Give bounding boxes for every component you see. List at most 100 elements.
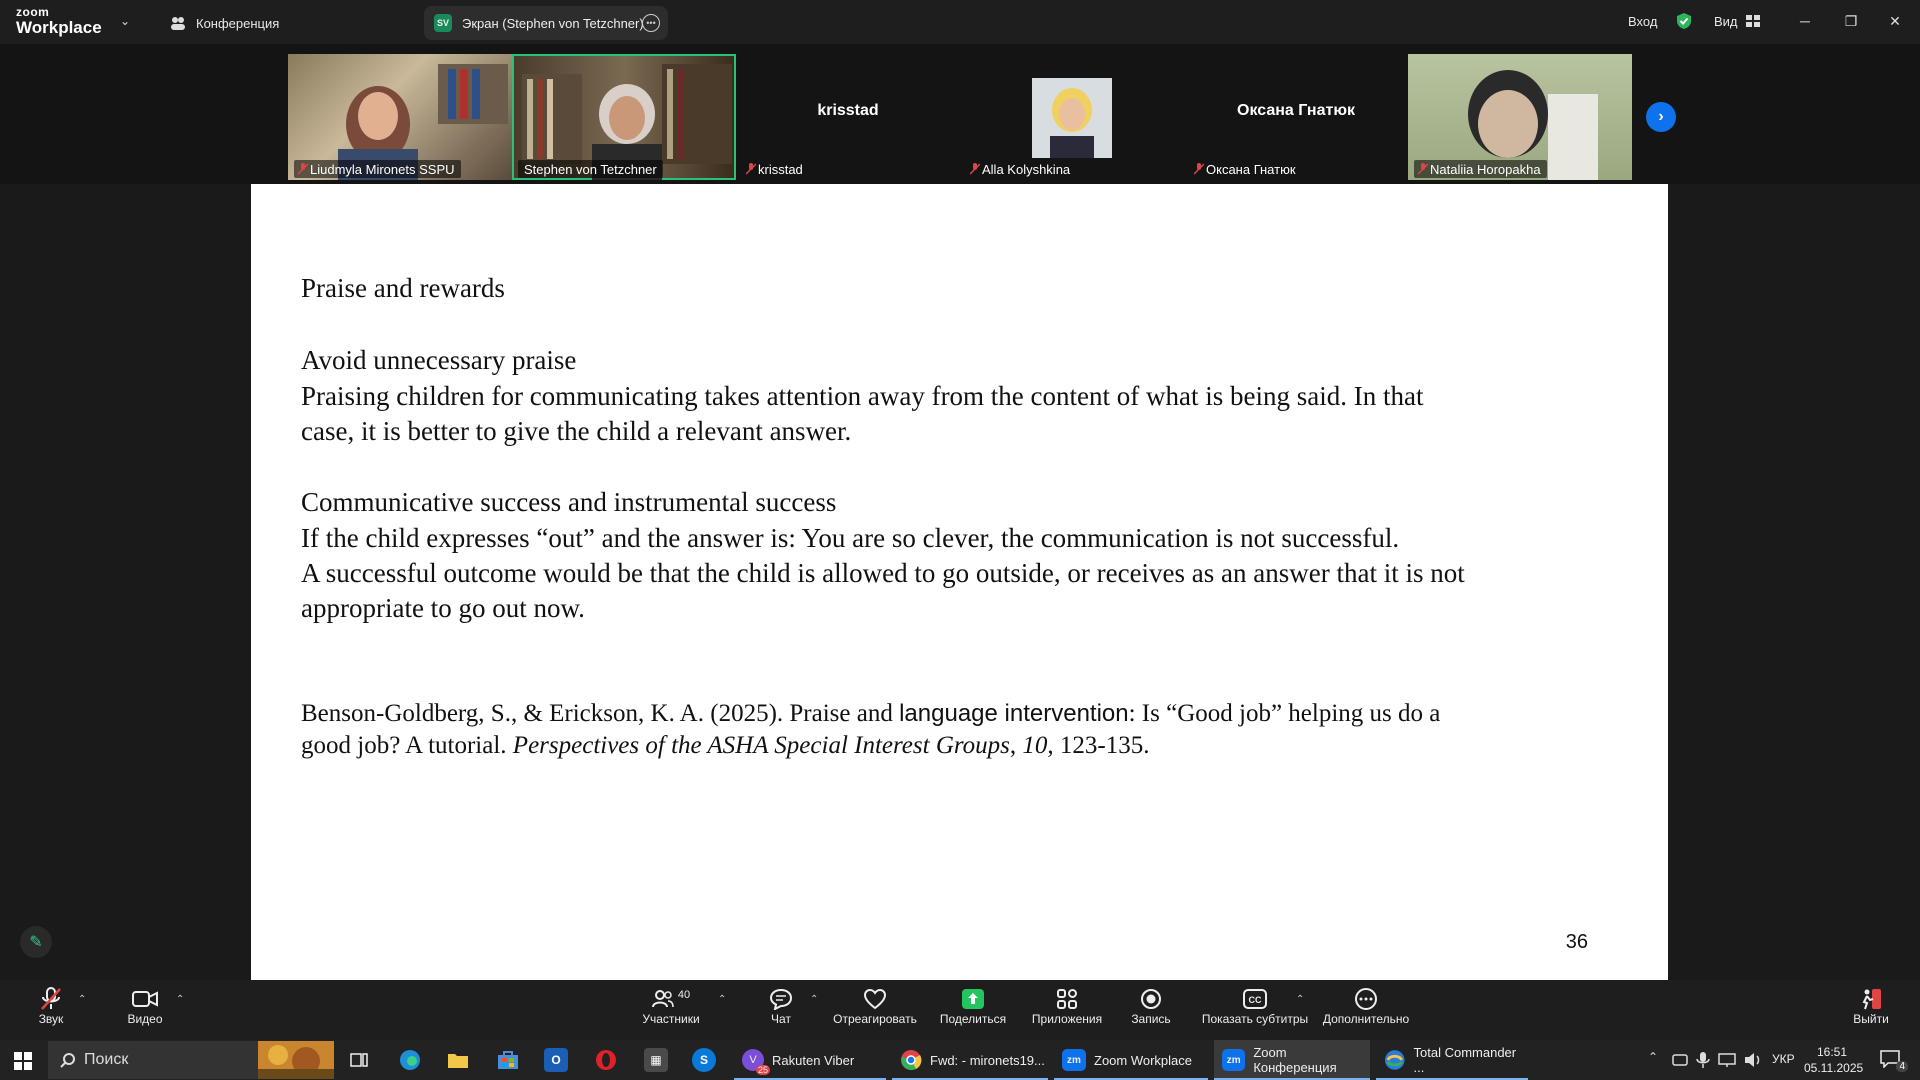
record-button[interactable]: Запись xyxy=(1106,986,1196,1036)
share-screen-button[interactable]: Поделиться xyxy=(928,986,1018,1036)
store-icon[interactable] xyxy=(496,1048,520,1072)
leave-label: Выйти xyxy=(1853,1012,1889,1026)
windows-taskbar: Поиск O ▦ S V 25 Rakuten Viber Fwd: - mir… xyxy=(0,1040,1920,1080)
more-options-icon[interactable]: ••• xyxy=(642,14,660,32)
signin-button[interactable]: Вход xyxy=(1628,10,1657,32)
video-label: Видео xyxy=(127,1012,163,1026)
apps-button[interactable]: Приложения xyxy=(1022,986,1112,1036)
clock[interactable]: 16:51 05.11.2025 xyxy=(1804,1044,1863,1076)
microphone-tray-icon[interactable] xyxy=(1696,1051,1710,1069)
reference-text: , 123-135. xyxy=(1047,732,1150,759)
chevron-up-icon[interactable]: ⌃ xyxy=(810,994,818,1005)
logo-small-text: zoom xyxy=(16,5,50,19)
participant-name: Nataliia Horopakha xyxy=(1414,160,1547,178)
calculator-icon[interactable]: ▦ xyxy=(644,1048,668,1072)
leave-icon xyxy=(1862,989,1881,1010)
reference-text: Benson-Goldberg, S., & Erickson, K. A. (… xyxy=(301,700,900,727)
outlook-icon[interactable]: O xyxy=(544,1048,568,1072)
chevron-right-icon[interactable]: › xyxy=(1646,102,1676,132)
video-tile[interactable]: krisstad krisstad xyxy=(736,54,960,180)
video-tile[interactable]: Оксана Гнатюк Оксана Гнатюк xyxy=(1184,54,1408,180)
windows-start-icon[interactable] xyxy=(14,1052,32,1070)
participant-name: Alla Kolyshkina xyxy=(966,160,1076,178)
grid-icon xyxy=(1745,15,1760,27)
meeting-tray-icon[interactable] xyxy=(1672,1052,1688,1068)
more-button[interactable]: Дополнительно xyxy=(1318,986,1414,1036)
participant-center-name: Оксана Гнатюк xyxy=(1237,102,1355,119)
slide-reference: good job? A tutorial. Perspectives of th… xyxy=(301,730,1150,762)
chevron-down-icon[interactable]: ⌄ xyxy=(120,14,130,28)
skype-icon[interactable]: S xyxy=(692,1048,716,1072)
taskbar-chrome[interactable]: Fwd: - mironets19... xyxy=(892,1040,1048,1080)
meeting-tab-label: Конференция xyxy=(196,15,280,31)
leave-button[interactable]: Выйти xyxy=(1826,986,1916,1036)
react-button[interactable]: Отреагировать xyxy=(830,986,920,1036)
taskbar-item-label: Zoom Workplace xyxy=(1094,1052,1193,1068)
shared-screen-slide: Praise and rewards Avoid unnecessary pra… xyxy=(251,184,1668,980)
participant-name: Оксана Гнатюк xyxy=(1190,160,1302,178)
participants-icon xyxy=(651,990,674,1008)
svg-text:CC: CC xyxy=(1249,995,1262,1005)
share-label: Поделиться xyxy=(939,1012,1007,1026)
mic-muted-icon xyxy=(1418,163,1428,175)
participants-button[interactable]: 40 Участники xyxy=(626,986,716,1036)
video-tile[interactable]: Nataliia Horopakha xyxy=(1408,54,1632,180)
taskbar-zoom-meeting[interactable]: zm Zoom Конференция xyxy=(1214,1040,1370,1080)
restore-icon[interactable]: ❐ xyxy=(1836,8,1866,34)
captions-label: Показать субтитры xyxy=(1201,1012,1309,1026)
meeting-icon xyxy=(171,17,185,30)
chevron-up-icon[interactable]: ⌃ xyxy=(718,994,726,1005)
signin-label: Вход xyxy=(1628,13,1658,29)
participants-count: 40 xyxy=(677,989,691,1001)
profile-picture xyxy=(1032,78,1112,158)
slide-page-number: 36 xyxy=(1565,931,1588,953)
record-label: Запись xyxy=(1131,1012,1171,1026)
minimize-icon[interactable]: ─ xyxy=(1790,8,1820,34)
slide-text: A successful outcome would be that the c… xyxy=(301,558,1465,588)
opera-icon[interactable] xyxy=(594,1048,618,1072)
logo-big-text: Workplace xyxy=(16,18,102,37)
zoom-icon: zm xyxy=(1062,1049,1086,1071)
view-button[interactable]: Вид xyxy=(1714,10,1760,32)
zoom-icon: zm xyxy=(1222,1049,1246,1071)
language-indicator[interactable]: УКР xyxy=(1772,1052,1795,1066)
participant-name-text: Liudmyla Mironets SSPU xyxy=(310,161,455,177)
file-explorer-icon[interactable] xyxy=(446,1048,470,1072)
taskbar-zoom-workplace[interactable]: zm Zoom Workplace xyxy=(1054,1040,1208,1080)
heart-icon xyxy=(863,988,887,1010)
chevron-up-icon[interactable]: ⌃ xyxy=(1648,1050,1658,1064)
chevron-up-icon[interactable]: ⌃ xyxy=(176,994,184,1005)
audio-label: Звук xyxy=(38,1012,64,1026)
mic-muted-icon xyxy=(746,163,756,175)
taskbar-total-commander[interactable]: Total Commander ... xyxy=(1376,1040,1528,1080)
slide-text: If the child expresses “out” and the ans… xyxy=(301,523,1400,553)
chevron-up-icon[interactable]: ⌃ xyxy=(1296,994,1304,1005)
close-icon[interactable]: ✕ xyxy=(1880,8,1910,34)
video-tile-active-speaker[interactable]: Stephen von Tetzchner xyxy=(512,54,736,180)
taskbar-item-label: Total Commander ... xyxy=(1413,1045,1517,1075)
participant-name-text: Nataliia Horopakha xyxy=(1430,161,1541,177)
participant-name-text: Оксана Гнатюк xyxy=(1206,161,1296,177)
shield-check-icon[interactable] xyxy=(1676,12,1692,30)
video-gallery-strip: Liudmyla Mironets SSPU Stephen von Tetzc… xyxy=(0,44,1920,184)
taskbar-search[interactable]: Поиск xyxy=(48,1041,264,1079)
meeting-toolbar: Звук ⌃ Видео ⌃ 40 Участники ⌃ Чат ⌃ Отре… xyxy=(0,980,1920,1040)
meeting-tab[interactable]: Конференция xyxy=(170,10,279,36)
participant-name: Stephen von Tetzchner xyxy=(518,160,663,178)
task-view-icon[interactable] xyxy=(350,1051,368,1069)
reference-text: , xyxy=(1009,732,1023,759)
video-tile[interactable]: Liudmyla Mironets SSPU xyxy=(288,54,512,180)
edge-icon[interactable] xyxy=(398,1048,422,1072)
taskbar-viber[interactable]: V 25 Rakuten Viber xyxy=(734,1040,886,1080)
network-icon[interactable] xyxy=(1718,1052,1736,1068)
reference-volume: 10 xyxy=(1022,732,1048,759)
video-tile[interactable]: Alla Kolyshkina xyxy=(960,54,1184,180)
sv-avatar: SV xyxy=(434,14,452,32)
mic-muted-icon xyxy=(298,163,308,175)
volume-icon[interactable] xyxy=(1744,1052,1762,1068)
share-tab[interactable]: SV Экран (Stephen von Tetzchner) ••• xyxy=(424,6,668,40)
closed-captions-icon: CC xyxy=(1243,989,1267,1009)
notifications-button[interactable]: 4 xyxy=(1880,1050,1908,1072)
annotate-pencil-icon[interactable]: ✎ xyxy=(20,926,52,958)
chevron-up-icon[interactable]: ⌃ xyxy=(78,994,86,1005)
